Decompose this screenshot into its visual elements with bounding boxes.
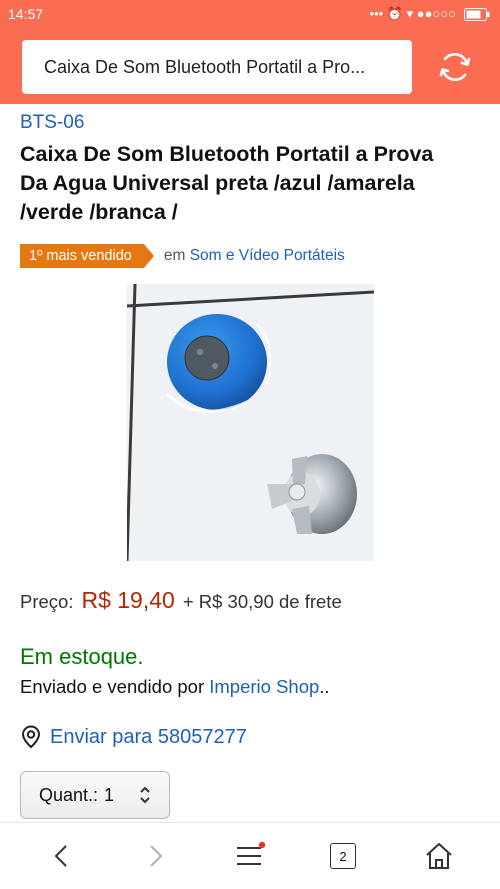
sold-by-line: Enviado e vendido por Imperio Shop..	[20, 676, 330, 698]
quantity-select[interactable]: Quant.: 1	[20, 771, 170, 819]
seller-link[interactable]: Imperio Shop	[209, 676, 319, 697]
status-time: 14:57	[8, 6, 44, 22]
price-label: Preço:	[20, 591, 74, 612]
product-model[interactable]: BTS-06	[20, 112, 84, 134]
sold-by-prefix: Enviado e vendido por	[20, 676, 205, 697]
quantity-value: 1	[104, 784, 115, 805]
best-seller-row: 1º mais vendido em Som e Vídeo Portáteis	[20, 244, 345, 268]
tab-count: 2	[339, 848, 347, 864]
product-photo-art	[127, 284, 374, 561]
price-value: R$ 19,40	[81, 587, 175, 613]
tabs-button[interactable]: 2	[330, 843, 356, 869]
home-icon[interactable]	[424, 841, 454, 871]
location-pin-icon	[21, 725, 41, 749]
browser-bottom-bar: 2	[0, 822, 500, 889]
sold-by-suffix: ..	[319, 676, 330, 697]
category-line: em Som e Vídeo Portáteis	[164, 247, 345, 265]
stock-status: Em estoque.	[20, 644, 144, 669]
best-seller-badge[interactable]: 1º mais vendido	[20, 244, 154, 268]
category-link[interactable]: Som e Vídeo Portáteis	[190, 247, 345, 264]
forward-icon[interactable]	[140, 841, 170, 871]
product-image[interactable]	[127, 284, 374, 561]
shipping-cost: + R$ 30,90 de frete	[182, 591, 342, 612]
price-line: Preço: R$ 19,40 + R$ 30,90 de frete	[20, 587, 342, 614]
reload-icon[interactable]	[438, 50, 472, 84]
battery-icon	[464, 7, 490, 21]
ship-to-text: Enviar para 58057277	[50, 725, 247, 748]
select-arrows-icon	[140, 786, 150, 804]
quantity-label: Quant.:	[39, 784, 99, 805]
ship-to-link[interactable]: Enviar para 58057277	[20, 725, 247, 749]
category-prefix: em	[163, 247, 186, 264]
menu-icon[interactable]	[235, 841, 265, 871]
back-icon[interactable]	[47, 841, 77, 871]
status-bar: 14:57 ••• ⏰ ▾ ●●○○○	[0, 0, 500, 28]
status-icons: ••• ⏰ ▾ ●●○○○	[369, 6, 456, 21]
browser-toolbar: Caixa De Som Bluetooth Portatil a Pro...	[0, 28, 500, 104]
product-title: Caixa De Som Bluetooth Portatil a Prova …	[20, 142, 434, 224]
url-field[interactable]: Caixa De Som Bluetooth Portatil a Pro...	[22, 40, 412, 94]
status-indicators: ••• ⏰ ▾ ●●○○○	[370, 6, 490, 22]
